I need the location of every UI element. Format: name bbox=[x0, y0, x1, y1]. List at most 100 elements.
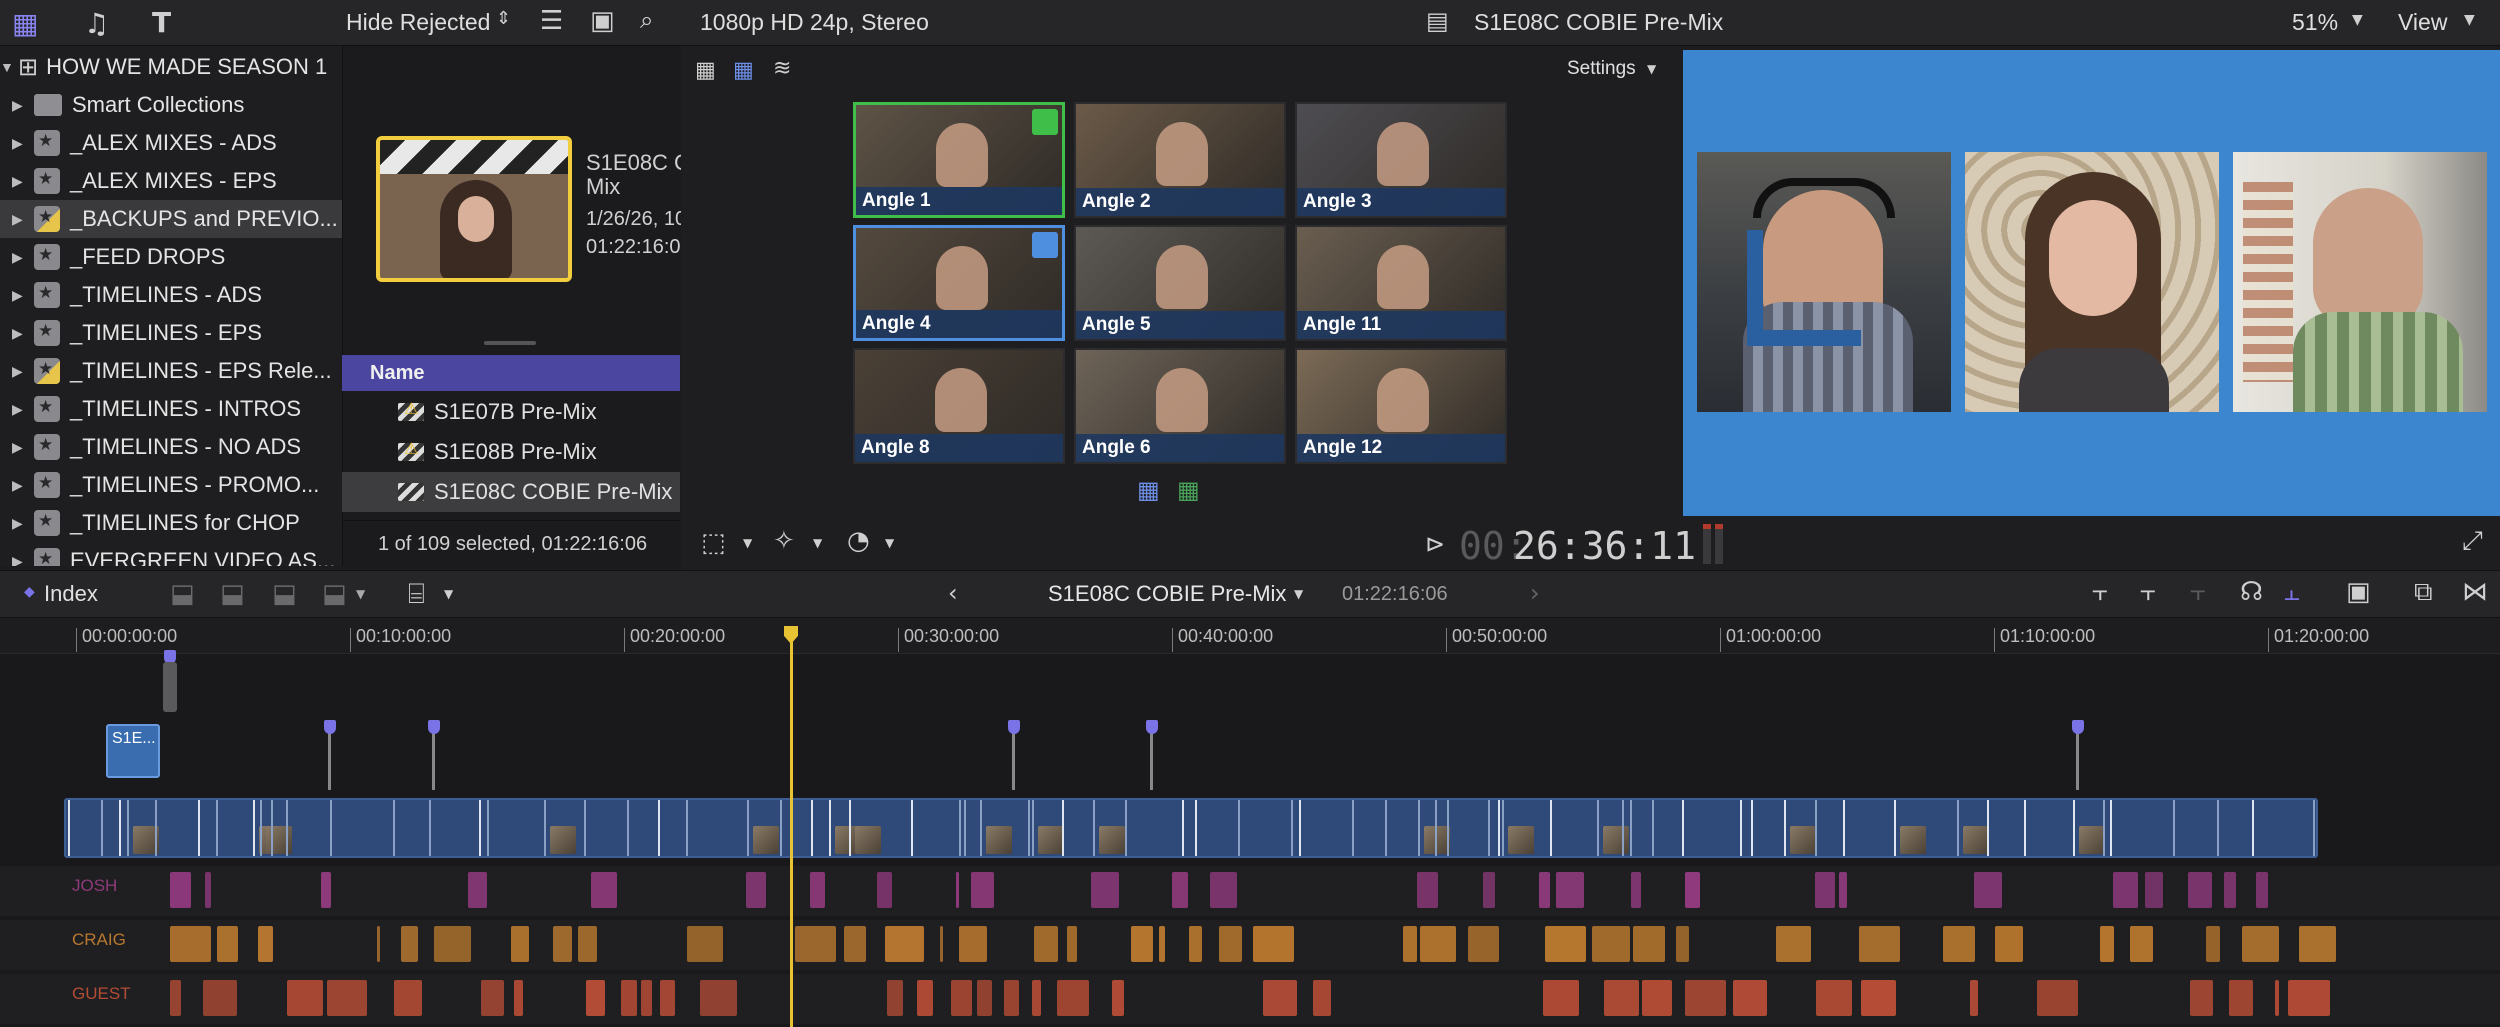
audio-clip[interactable] bbox=[700, 980, 737, 1016]
audio-clip[interactable] bbox=[1034, 926, 1058, 962]
storyline-clip-edit[interactable] bbox=[584, 800, 586, 856]
library-event-item[interactable]: ▶ _FEED DROPS bbox=[0, 238, 342, 276]
library-event-item[interactable]: ▶ _TIMELINES - PROMO... bbox=[0, 466, 342, 504]
audio-clip[interactable] bbox=[170, 980, 181, 1016]
audio-clip[interactable] bbox=[2206, 926, 2220, 962]
storyline-clip-edit[interactable] bbox=[1418, 800, 1420, 856]
append-icon[interactable]: ⬓ bbox=[272, 579, 297, 609]
storyline-clip-edit[interactable] bbox=[198, 800, 200, 856]
storyline-clip-edit[interactable] bbox=[330, 800, 332, 856]
audio-lane[interactable]: JOSH bbox=[0, 866, 2500, 916]
retime-icon[interactable]: ◔ bbox=[847, 526, 870, 556]
audio-clip[interactable] bbox=[1556, 872, 1584, 908]
angle-tile[interactable]: Angle 3 bbox=[1295, 102, 1507, 218]
angle-video-audio-icon[interactable]: ▦ bbox=[695, 58, 716, 83]
audio-clip[interactable] bbox=[203, 980, 237, 1016]
clip-appearance-icon[interactable]: ☰ bbox=[540, 6, 563, 36]
snapping-icon[interactable]: ⫠ bbox=[2284, 577, 2300, 608]
disclosure-closed-icon[interactable]: ▶ bbox=[12, 439, 26, 456]
storyline-clip-edit[interactable] bbox=[1032, 800, 1034, 856]
audio-clip[interactable] bbox=[327, 980, 367, 1016]
audio-clip[interactable] bbox=[377, 926, 380, 962]
angle-video-icon[interactable]: ▦ bbox=[733, 58, 754, 83]
storyline-clip-edit[interactable] bbox=[959, 800, 961, 856]
audio-clip[interactable] bbox=[2145, 872, 2163, 908]
audio-clip[interactable] bbox=[1733, 980, 1767, 1016]
audio-clip[interactable] bbox=[746, 872, 766, 908]
audio-clip[interactable] bbox=[1633, 926, 1665, 962]
audio-clip[interactable] bbox=[1974, 872, 2002, 908]
audio-clip[interactable] bbox=[2242, 926, 2279, 962]
audio-clip[interactable] bbox=[1592, 926, 1630, 962]
audio-clip[interactable] bbox=[511, 926, 529, 962]
audio-clip[interactable] bbox=[170, 872, 191, 908]
chevron-down-icon[interactable]: ▼ bbox=[885, 536, 894, 550]
clip-appearance-icon[interactable]: ▣ bbox=[2346, 577, 2371, 607]
library-root[interactable]: ▼ ⊞ HOW WE MADE SEASON 1 bbox=[0, 48, 342, 86]
view-popup[interactable]: View bbox=[2398, 9, 2447, 36]
disclosure-closed-icon[interactable]: ▶ bbox=[12, 287, 26, 304]
audio-clip[interactable] bbox=[2190, 980, 2213, 1016]
audio-clip[interactable] bbox=[2275, 980, 2279, 1016]
library-event-item[interactable]: ▶ _ALEX MIXES - ADS bbox=[0, 124, 342, 162]
audio-clip[interactable] bbox=[1543, 980, 1579, 1016]
disclosure-closed-icon[interactable]: ▶ bbox=[12, 553, 26, 567]
audio-clip[interactable] bbox=[321, 872, 331, 908]
chevron-down-icon[interactable]: ▼ bbox=[356, 587, 365, 601]
index-button[interactable]: Index bbox=[44, 581, 98, 607]
storyline-clip-edit[interactable] bbox=[1597, 800, 1599, 856]
viewer-canvas[interactable] bbox=[1683, 50, 2500, 516]
audio-clip[interactable] bbox=[170, 926, 211, 962]
solo-icon[interactable]: ⫟ bbox=[2190, 577, 2206, 608]
primary-storyline[interactable] bbox=[64, 798, 2318, 858]
storyline-clip-edit[interactable] bbox=[1622, 800, 1624, 856]
disclosure-closed-icon[interactable]: ▶ bbox=[12, 363, 26, 380]
storyline-clip-edit[interactable] bbox=[1062, 800, 1064, 856]
audio-clip[interactable] bbox=[844, 926, 866, 962]
storyline-clip-edit[interactable] bbox=[1751, 800, 1753, 856]
storyline-clip-edit[interactable] bbox=[393, 800, 395, 856]
chevron-down-icon[interactable]: ▼ bbox=[743, 536, 752, 550]
timeline-marker[interactable] bbox=[428, 720, 440, 734]
audio-clip[interactable] bbox=[1420, 926, 1456, 962]
storyline-clip-edit[interactable] bbox=[2110, 800, 2112, 856]
transform-icon[interactable]: ⬚ bbox=[701, 528, 726, 558]
audio-clip[interactable] bbox=[2256, 872, 2268, 908]
audio-clip[interactable] bbox=[1604, 980, 1639, 1016]
audio-clip[interactable] bbox=[1631, 872, 1641, 908]
storyline-clip-edit[interactable] bbox=[260, 800, 262, 856]
storyline-clip-edit[interactable] bbox=[658, 800, 660, 856]
disclosure-open-icon[interactable]: ▼ bbox=[0, 59, 14, 75]
angle-audio-icon[interactable]: ≋ bbox=[773, 56, 791, 81]
audio-clip[interactable] bbox=[1685, 980, 1726, 1016]
filmstrip-icon[interactable]: ▣ bbox=[590, 6, 615, 36]
audio-clip[interactable] bbox=[959, 926, 987, 962]
chevron-down-icon[interactable]: ▼ bbox=[1647, 62, 1656, 76]
insert-icon[interactable]: ⬓ bbox=[220, 579, 245, 609]
storyline-clip-edit[interactable] bbox=[1957, 800, 1959, 856]
selected-clip-thumbnail[interactable] bbox=[376, 136, 572, 282]
audio-skimming-icon[interactable]: ⫟ bbox=[2140, 577, 2156, 608]
audio-clip[interactable] bbox=[1263, 980, 1297, 1016]
storyline-clip-edit[interactable] bbox=[1502, 800, 1504, 856]
audio-clip[interactable] bbox=[205, 872, 211, 908]
angle-tile[interactable]: Angle 12 bbox=[1295, 348, 1507, 464]
storyline-clip-edit[interactable] bbox=[1195, 800, 1197, 856]
browser-clip-row[interactable]: S1E08C COBIE Pre-Mix bbox=[342, 472, 680, 512]
chevron-down-icon[interactable]: ▼ bbox=[2464, 12, 2475, 28]
storyline-clip-edit[interactable] bbox=[1652, 800, 1654, 856]
audio-clip[interactable] bbox=[887, 980, 903, 1016]
audio-clip[interactable] bbox=[1057, 980, 1089, 1016]
audio-clip[interactable] bbox=[514, 980, 523, 1016]
audio-clip[interactable] bbox=[1861, 980, 1896, 1016]
chevron-down-icon[interactable]: ▼ bbox=[444, 587, 453, 601]
storyline-clip-edit[interactable] bbox=[1238, 800, 1240, 856]
audio-clip[interactable] bbox=[977, 980, 992, 1016]
connected-title-clip[interactable]: S1E... bbox=[106, 724, 160, 778]
audio-clip[interactable] bbox=[1253, 926, 1294, 962]
timeline-ruler[interactable]: 00:00:00:00 00:10:00:00 00:20:00:00 00:30:0… bbox=[0, 618, 2500, 654]
storyline-clip-edit[interactable] bbox=[2217, 800, 2219, 856]
playhead[interactable] bbox=[790, 626, 793, 1027]
storyline-clip-edit[interactable] bbox=[1784, 800, 1786, 856]
audio-clip[interactable] bbox=[877, 872, 892, 908]
